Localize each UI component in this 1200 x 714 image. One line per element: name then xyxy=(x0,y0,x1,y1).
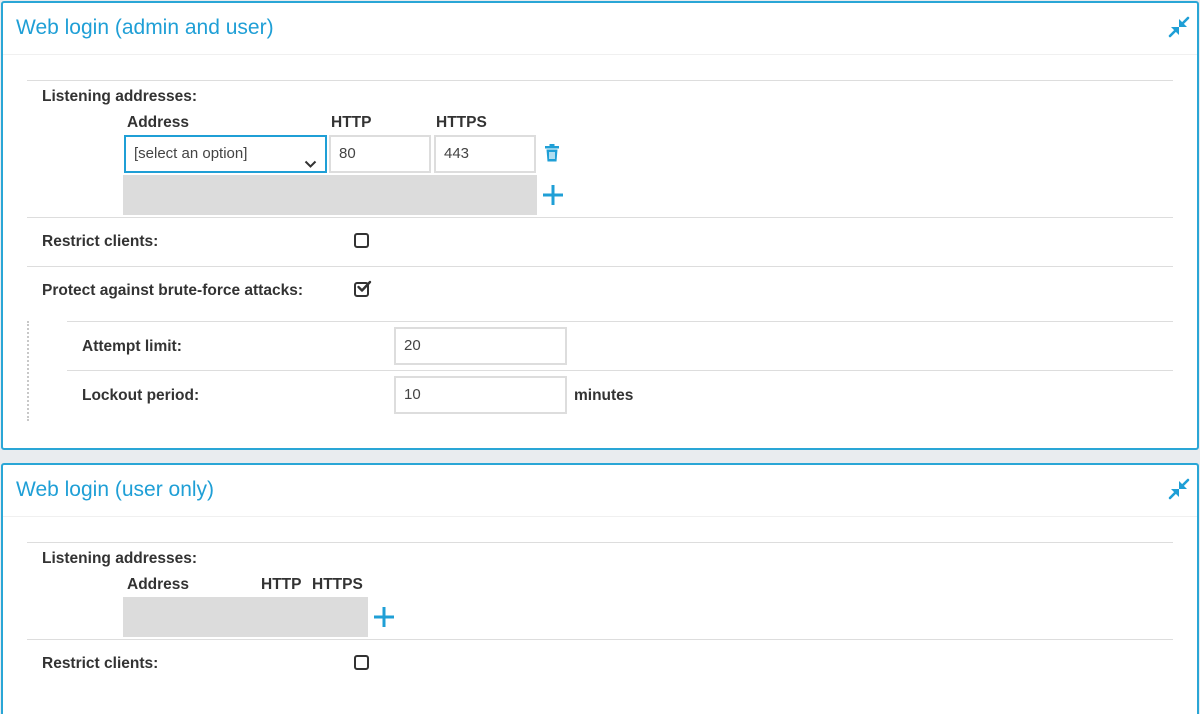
divider xyxy=(27,542,1173,543)
column-https: HTTPS xyxy=(436,114,487,131)
trash-icon[interactable] xyxy=(544,144,560,167)
attempt-limit-input[interactable]: 20 xyxy=(394,327,567,365)
divider xyxy=(27,639,1173,640)
panel-title: Web login (admin and user) xyxy=(16,16,274,39)
collapse-icon[interactable] xyxy=(1167,477,1191,501)
column-http: HTTP xyxy=(261,576,302,593)
plus-icon[interactable] xyxy=(373,606,395,633)
restrict-clients-checkbox[interactable] xyxy=(354,233,369,248)
divider xyxy=(67,370,1173,371)
checkmark-icon xyxy=(356,279,372,300)
lockout-period-input[interactable]: 10 xyxy=(394,376,567,414)
attempt-limit-label: Attempt limit: xyxy=(82,338,182,355)
restrict-clients-checkbox[interactable] xyxy=(354,655,369,670)
web-login-admin-user-panel: Web login (admin and user) Listening add… xyxy=(1,1,1199,450)
indent-guide xyxy=(27,321,29,421)
column-https: HTTPS xyxy=(312,576,363,593)
listening-addresses-label: Listening addresses: xyxy=(42,550,198,567)
column-address: Address xyxy=(127,114,190,131)
divider xyxy=(27,217,1173,218)
divider xyxy=(67,321,1173,322)
divider xyxy=(27,266,1173,267)
column-address: Address xyxy=(127,576,190,593)
lockout-period-label: Lockout period: xyxy=(82,387,200,404)
column-http: HTTP xyxy=(331,114,372,131)
add-row-bar xyxy=(123,597,368,637)
listening-addresses-label: Listening addresses: xyxy=(42,88,198,105)
restrict-clients-label: Restrict clients: xyxy=(42,233,159,250)
lockout-unit: minutes xyxy=(574,387,634,404)
divider xyxy=(27,80,1173,81)
address-select-value: [select an option] xyxy=(134,145,248,162)
panel-title: Web login (user only) xyxy=(16,478,215,501)
https-port-input[interactable]: 443 xyxy=(434,135,536,173)
address-select[interactable]: [select an option] xyxy=(124,135,327,173)
web-login-user-only-panel: Web login (user only) Listening addresse… xyxy=(1,463,1199,714)
restrict-clients-label: Restrict clients: xyxy=(42,655,159,672)
bruteforce-label: Protect against brute-force attacks: xyxy=(42,282,303,299)
header-divider xyxy=(3,516,1197,517)
http-port-input[interactable]: 80 xyxy=(329,135,431,173)
header-divider xyxy=(3,54,1197,55)
plus-icon[interactable] xyxy=(542,184,564,211)
add-row-bar xyxy=(123,175,537,215)
collapse-icon[interactable] xyxy=(1167,15,1191,39)
